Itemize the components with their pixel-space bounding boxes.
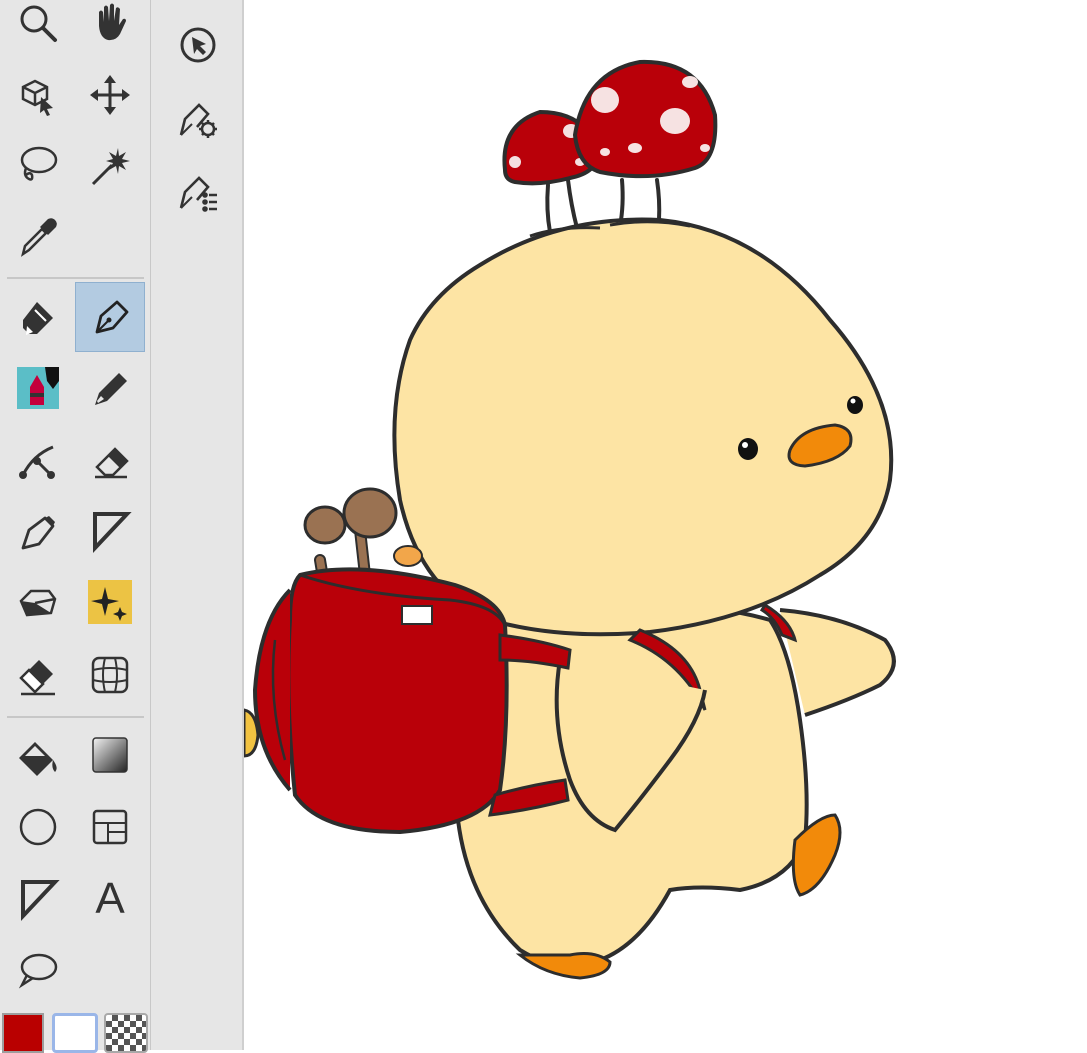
- text-tool[interactable]: A: [75, 864, 145, 934]
- triangle-icon: [21, 880, 60, 922]
- frame-icon: [92, 809, 128, 845]
- gradient-icon: [92, 737, 128, 773]
- ruler-tool[interactable]: [75, 496, 145, 566]
- mesh-transform-tool[interactable]: [75, 640, 145, 710]
- move-icon: [90, 75, 130, 115]
- magic-wand-tool[interactable]: [75, 130, 145, 200]
- fountain-pen-tool[interactable]: [3, 496, 73, 566]
- mesh-icon: [91, 656, 129, 694]
- hand-icon: [99, 3, 126, 41]
- pen-layers-subtool[interactable]: [170, 163, 226, 219]
- chick-illustration: [244, 59, 896, 980]
- speech-balloon-icon: [18, 953, 58, 989]
- lasso-tool[interactable]: [3, 130, 73, 200]
- tool-palette: A: [0, 0, 151, 1053]
- lasso-icon: [20, 146, 58, 181]
- blend-icon: [19, 589, 57, 617]
- decoration-brush-tool[interactable]: [3, 353, 73, 423]
- object-select-icon: [21, 79, 53, 116]
- ruler-icon: [93, 512, 132, 554]
- fountain-pen-icon: [21, 516, 55, 550]
- pen-icon: [95, 300, 129, 334]
- text-icon: A: [95, 874, 125, 923]
- main-color-swatch[interactable]: [2, 1013, 44, 1053]
- object-select-tool[interactable]: [3, 60, 73, 130]
- vector-eraser-icon: [19, 660, 55, 696]
- transparent-color-swatch[interactable]: [104, 1013, 148, 1053]
- marker-icon: [23, 302, 53, 335]
- pencil-tool[interactable]: [75, 353, 145, 423]
- vector-path-icon: [19, 445, 55, 479]
- drawing-canvas[interactable]: [244, 0, 1087, 1050]
- sub-tool-palette: [151, 0, 244, 1050]
- sparkle-effect-tool[interactable]: [75, 567, 145, 637]
- pencil-icon: [95, 373, 127, 405]
- eraser-icon: [95, 447, 129, 479]
- decoration-brush-icon: [17, 367, 59, 409]
- eraser-tool[interactable]: [75, 425, 145, 495]
- object-subtool[interactable]: [170, 17, 226, 73]
- fill-bucket-icon: [19, 742, 57, 776]
- pen-list-icon: [179, 176, 217, 212]
- zoom-tool[interactable]: [3, 0, 73, 58]
- figure-tool[interactable]: [3, 792, 73, 862]
- sparkle-icon: [88, 580, 132, 624]
- vector-path-tool[interactable]: [3, 425, 73, 495]
- vector-eraser-tool[interactable]: [3, 640, 73, 710]
- pen-settings-icon: [179, 103, 217, 138]
- toolbar-divider: [7, 716, 144, 718]
- move-tool[interactable]: [75, 60, 145, 130]
- sub-color-swatch[interactable]: [52, 1013, 98, 1053]
- eyedropper-icon: [21, 218, 57, 257]
- operation-tool[interactable]: [3, 864, 73, 934]
- pen-tool[interactable]: [75, 282, 145, 352]
- magic-wand-icon: [91, 148, 130, 186]
- hand-tool[interactable]: [75, 0, 145, 58]
- pen-settings-subtool[interactable]: [170, 90, 226, 146]
- balloon-tool[interactable]: [3, 935, 73, 1005]
- eyedropper-tool[interactable]: [3, 202, 73, 272]
- frame-tool[interactable]: [75, 792, 145, 862]
- circle-figure-icon: [19, 808, 57, 846]
- gradient-tool[interactable]: [75, 720, 145, 790]
- blend-tool[interactable]: [3, 567, 73, 637]
- fill-tool[interactable]: [3, 720, 73, 790]
- object-cursor-icon: [180, 27, 216, 63]
- zoom-icon: [20, 5, 57, 42]
- marker-tool[interactable]: [3, 282, 73, 352]
- toolbar-divider: [7, 277, 144, 279]
